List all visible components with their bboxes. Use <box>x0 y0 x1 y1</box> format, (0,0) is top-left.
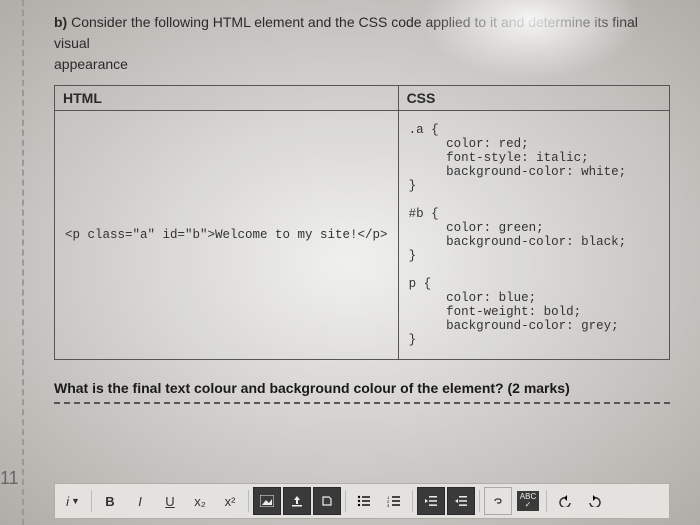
attach-button[interactable] <box>313 487 341 515</box>
bold-button[interactable]: B <box>96 487 124 515</box>
chevron-down-icon: ▼ <box>71 496 80 506</box>
indent-button[interactable] <box>447 487 475 515</box>
separator <box>546 490 547 512</box>
page-margin <box>22 0 26 525</box>
question-number: 11 <box>0 468 19 489</box>
underline-button[interactable]: U <box>156 487 184 515</box>
editor-toolbar: i ▼ B I U x₂ x² 123 ABC✓ <box>54 483 670 519</box>
undo-button[interactable] <box>551 487 579 515</box>
subscript-button[interactable]: x₂ <box>186 487 214 515</box>
link-button[interactable] <box>484 487 512 515</box>
col-html-header: HTML <box>55 86 399 111</box>
separator <box>345 490 346 512</box>
outdent-button[interactable] <box>417 487 445 515</box>
superscript-button[interactable]: x² <box>216 487 244 515</box>
separator <box>412 490 413 512</box>
separator <box>248 490 249 512</box>
css-code-cell: .a { color: red; font-style: italic; bac… <box>398 111 669 360</box>
divider <box>54 402 670 404</box>
abc-label: ABC <box>520 492 536 501</box>
part-label: b) <box>54 14 67 30</box>
followup-question: What is the final text colour and backgr… <box>54 380 670 396</box>
prompt-line-1: Consider the following HTML element and … <box>54 14 638 51</box>
separator <box>479 490 480 512</box>
svg-text:3: 3 <box>387 503 390 507</box>
col-css-header: CSS <box>398 86 669 111</box>
spellcheck-button[interactable]: ABC✓ <box>514 487 542 515</box>
question-prompt: b) Consider the following HTML element a… <box>54 12 670 75</box>
code-table: HTML CSS <p class="a" id="b">Welcome to … <box>54 85 670 360</box>
redo-button[interactable] <box>581 487 609 515</box>
image-button[interactable] <box>253 487 281 515</box>
separator <box>91 490 92 512</box>
prompt-line-2: appearance <box>54 56 128 72</box>
upload-button[interactable] <box>283 487 311 515</box>
unordered-list-button[interactable] <box>350 487 378 515</box>
italic-button[interactable]: I <box>126 487 154 515</box>
question-content: b) Consider the following HTML element a… <box>0 0 700 404</box>
style-label: i <box>66 494 69 509</box>
ordered-list-button[interactable]: 123 <box>380 487 408 515</box>
html-code-cell: <p class="a" id="b">Welcome to my site!<… <box>55 111 399 360</box>
style-dropdown[interactable]: i ▼ <box>59 487 87 515</box>
